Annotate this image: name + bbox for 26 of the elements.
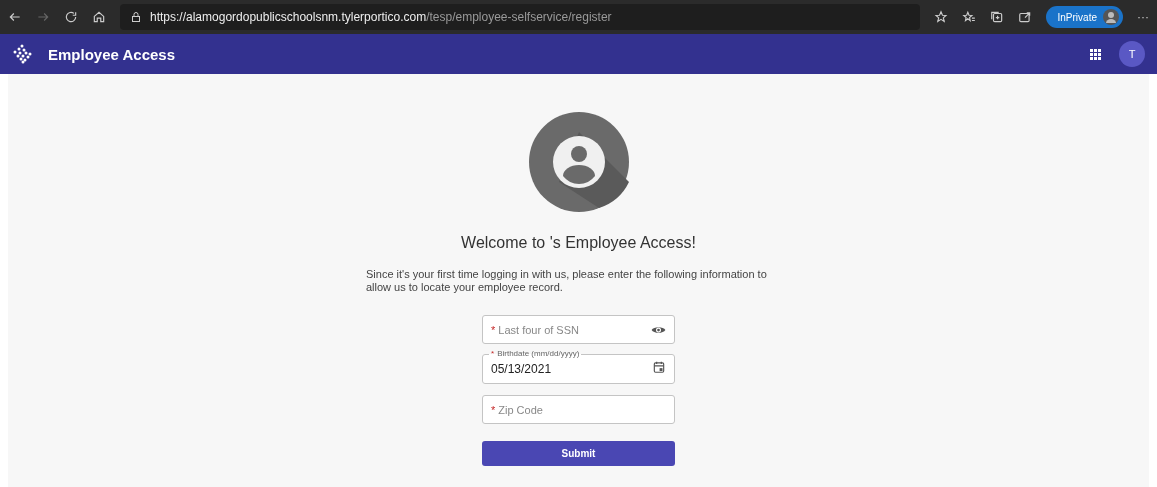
refresh-icon[interactable] — [64, 10, 78, 24]
apps-grid-icon[interactable] — [1090, 48, 1101, 60]
share-icon[interactable] — [1017, 10, 1032, 24]
logo-icon — [12, 44, 34, 64]
star-plus-icon[interactable] — [933, 10, 948, 24]
inprivate-badge[interactable]: InPrivate — [1045, 6, 1123, 28]
date-field[interactable]: * Birthdate (mm/dd/yyyy) 05/13/2021 — [482, 350, 675, 384]
welcome-title: Welcome to 's Employee Access! — [461, 234, 696, 252]
welcome-text: Since it's your first time logging in with us, please enter the following information to allow us to locate your employee record. — [366, 268, 768, 294]
field-label: * Birthdate (mm/dd/yyyy) — [490, 350, 581, 358]
submit-button[interactable]: Submit — [482, 441, 675, 466]
collections-icon[interactable] — [989, 10, 1004, 24]
url-text: https://alamogordopublicschoolsnm.tylerportico.com/tesp/employee-selfservice/register — [150, 10, 612, 24]
back-icon[interactable] — [8, 10, 22, 24]
calendar-icon[interactable] — [652, 360, 666, 374]
profile-icon — [1103, 9, 1119, 25]
lock-icon[interactable] — [130, 11, 142, 23]
password-field[interactable]: * Last four of SSN — [482, 315, 675, 344]
more-button[interactable]: ··· — [1137, 10, 1149, 24]
input-field[interactable]: * Zip Code — [482, 395, 675, 424]
favorites-icon[interactable] — [961, 10, 976, 24]
user-avatar[interactable]: T — [1119, 41, 1145, 67]
address-bar[interactable]: https://alamogordopublicschoolsnm.tylerportico.com/tesp/employee-selfservice/register — [120, 4, 920, 30]
home-icon[interactable] — [92, 10, 106, 24]
app-title: Employee Access — [48, 45, 177, 63]
user-account-icon — [528, 112, 629, 212]
